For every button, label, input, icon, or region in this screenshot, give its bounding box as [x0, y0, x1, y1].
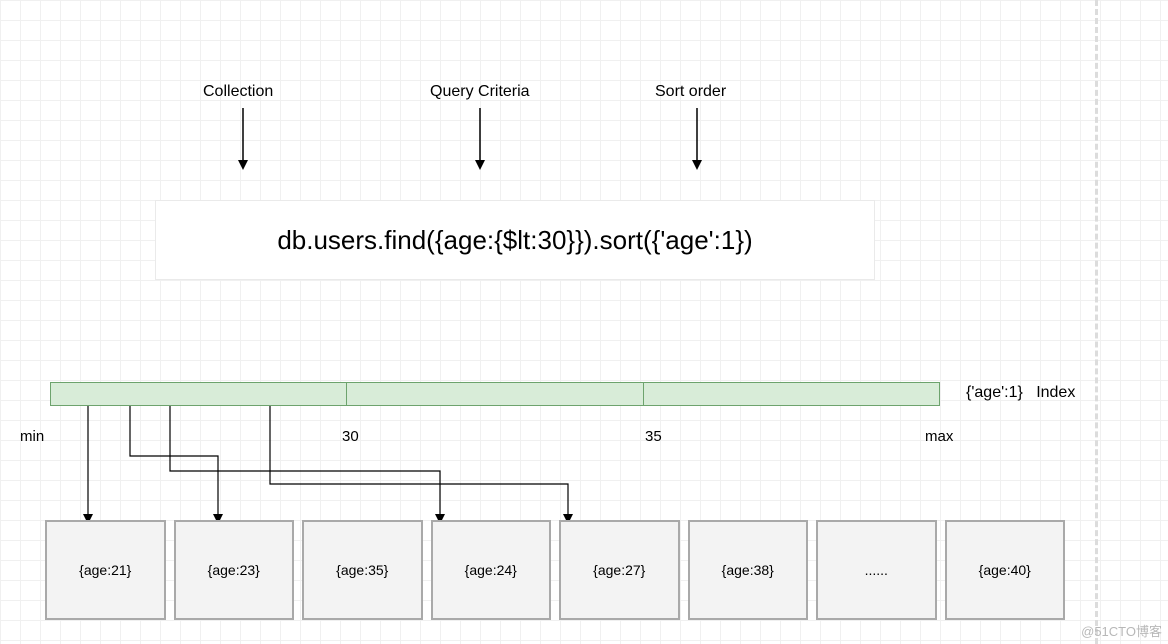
doc-box: {age:24} — [431, 520, 552, 620]
doc-box: {age:21} — [45, 520, 166, 620]
index-segment-2 — [347, 382, 643, 406]
query-text: db.users.find({age:{$lt:30}}).sort({'age… — [277, 225, 752, 256]
arrow-collection — [233, 108, 253, 170]
label-collection: Collection — [203, 83, 273, 101]
arrow-sort-order — [687, 108, 707, 170]
doc-box: ...... — [816, 520, 937, 620]
doc-box: {age:38} — [688, 520, 809, 620]
tick-max: max — [925, 428, 953, 445]
index-segment-1 — [50, 382, 347, 406]
index-segment-3 — [644, 382, 940, 406]
index-word: Index — [1036, 384, 1075, 401]
connector-1 — [50, 406, 120, 526]
tick-min: min — [20, 428, 44, 445]
doc-box: {age:40} — [945, 520, 1066, 620]
arrow-query-criteria — [470, 108, 490, 170]
doc-box: {age:35} — [302, 520, 423, 620]
watermark: @51CTO博客 — [1081, 621, 1162, 640]
connector-4 — [260, 406, 620, 526]
index-label: {'age':1} Index — [966, 384, 1075, 402]
document-row: {age:21} {age:23} {age:35} {age:24} {age… — [45, 520, 1065, 620]
query-box: db.users.find({age:{$lt:30}}).sort({'age… — [155, 200, 875, 280]
doc-box: {age:27} — [559, 520, 680, 620]
label-query-criteria: Query Criteria — [430, 83, 530, 101]
doc-box: {age:23} — [174, 520, 295, 620]
index-spec: {'age':1} — [966, 384, 1023, 401]
page-divider-dashed — [1095, 0, 1098, 644]
label-sort-order: Sort order — [655, 83, 726, 101]
tick-35: 35 — [645, 428, 662, 445]
index-bar — [50, 382, 940, 406]
